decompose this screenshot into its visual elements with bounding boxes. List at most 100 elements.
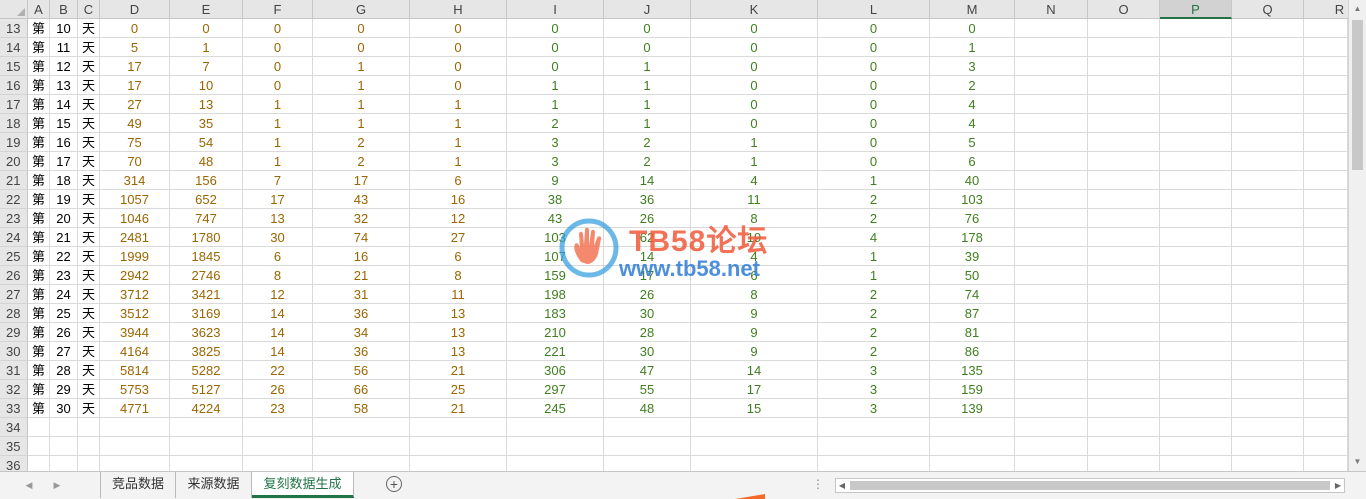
cell-p27[interactable] [1160,285,1232,304]
add-sheet-icon[interactable]: + [386,476,402,492]
cell-e27[interactable]: 3421 [170,285,243,304]
cell-r31[interactable] [1304,361,1348,380]
cell-f23[interactable]: 13 [243,209,313,228]
cell-k28[interactable]: 9 [691,304,818,323]
cell-r26[interactable] [1304,266,1348,285]
cell-l17[interactable]: 0 [818,95,930,114]
cell-f21[interactable]: 7 [243,171,313,190]
cell-g25[interactable]: 16 [313,247,410,266]
cell-n22[interactable] [1015,190,1088,209]
cell-b17[interactable]: 14 [50,95,78,114]
row-header-35[interactable]: 35 [0,437,28,456]
cell-n25[interactable] [1015,247,1088,266]
cell-k15[interactable]: 0 [691,57,818,76]
cell-q31[interactable] [1232,361,1304,380]
cell-j33[interactable]: 48 [604,399,691,418]
cell-m33[interactable]: 139 [930,399,1015,418]
cell-l27[interactable]: 2 [818,285,930,304]
cell-m22[interactable]: 103 [930,190,1015,209]
cell-h30[interactable]: 13 [410,342,507,361]
cell-m27[interactable]: 74 [930,285,1015,304]
cell-j17[interactable]: 1 [604,95,691,114]
cell-o15[interactable] [1088,57,1160,76]
cell-l22[interactable]: 2 [818,190,930,209]
cell-q16[interactable] [1232,76,1304,95]
scroll-right-icon[interactable]: ▶ [1332,479,1344,492]
cell-j18[interactable]: 1 [604,114,691,133]
cell-j35[interactable] [604,437,691,456]
cell-l30[interactable]: 2 [818,342,930,361]
cell-i15[interactable]: 0 [507,57,604,76]
cell-c30[interactable]: 天 [78,342,100,361]
cell-h17[interactable]: 1 [410,95,507,114]
cell-d17[interactable]: 27 [100,95,170,114]
cell-l35[interactable] [818,437,930,456]
cell-g34[interactable] [313,418,410,437]
cell-p23[interactable] [1160,209,1232,228]
cell-i27[interactable]: 198 [507,285,604,304]
cell-q20[interactable] [1232,152,1304,171]
cell-c29[interactable]: 天 [78,323,100,342]
cell-g33[interactable]: 58 [313,399,410,418]
cell-p15[interactable] [1160,57,1232,76]
cell-k17[interactable]: 0 [691,95,818,114]
cell-h35[interactable] [410,437,507,456]
cell-a23[interactable]: 第 [28,209,50,228]
cell-p30[interactable] [1160,342,1232,361]
cell-e21[interactable]: 156 [170,171,243,190]
row-header-30[interactable]: 30 [0,342,28,361]
cell-m32[interactable]: 159 [930,380,1015,399]
cell-a32[interactable]: 第 [28,380,50,399]
cell-c16[interactable]: 天 [78,76,100,95]
cell-j28[interactable]: 30 [604,304,691,323]
cell-k34[interactable] [691,418,818,437]
cell-r16[interactable] [1304,76,1348,95]
cell-p31[interactable] [1160,361,1232,380]
cell-j27[interactable]: 26 [604,285,691,304]
cell-i25[interactable]: 107 [507,247,604,266]
cell-h28[interactable]: 13 [410,304,507,323]
cell-d29[interactable]: 3944 [100,323,170,342]
cell-g32[interactable]: 66 [313,380,410,399]
cell-h14[interactable]: 0 [410,38,507,57]
cell-m28[interactable]: 87 [930,304,1015,323]
column-header-l[interactable]: L [818,0,930,19]
cell-a16[interactable]: 第 [28,76,50,95]
cell-j21[interactable]: 14 [604,171,691,190]
cell-c32[interactable]: 天 [78,380,100,399]
cell-d26[interactable]: 2942 [100,266,170,285]
cell-d34[interactable] [100,418,170,437]
cell-f22[interactable]: 17 [243,190,313,209]
cell-d14[interactable]: 5 [100,38,170,57]
cell-d18[interactable]: 49 [100,114,170,133]
cell-d32[interactable]: 5753 [100,380,170,399]
cell-c33[interactable]: 天 [78,399,100,418]
cell-d30[interactable]: 4164 [100,342,170,361]
cell-b24[interactable]: 21 [50,228,78,247]
cell-e20[interactable]: 48 [170,152,243,171]
cell-e34[interactable] [170,418,243,437]
cell-a22[interactable]: 第 [28,190,50,209]
cell-o35[interactable] [1088,437,1160,456]
cell-g31[interactable]: 56 [313,361,410,380]
cell-f15[interactable]: 0 [243,57,313,76]
column-header-j[interactable]: J [604,0,691,19]
cell-o17[interactable] [1088,95,1160,114]
cell-q17[interactable] [1232,95,1304,114]
cell-q21[interactable] [1232,171,1304,190]
cell-r23[interactable] [1304,209,1348,228]
horizontal-scroll-thumb[interactable] [850,481,1330,490]
cell-i21[interactable]: 9 [507,171,604,190]
cell-r30[interactable] [1304,342,1348,361]
cell-c27[interactable]: 天 [78,285,100,304]
cell-l34[interactable] [818,418,930,437]
cell-n19[interactable] [1015,133,1088,152]
cell-m30[interactable]: 86 [930,342,1015,361]
cell-j31[interactable]: 47 [604,361,691,380]
cell-e26[interactable]: 2746 [170,266,243,285]
cell-d23[interactable]: 1046 [100,209,170,228]
cell-o23[interactable] [1088,209,1160,228]
cell-e22[interactable]: 652 [170,190,243,209]
row-header-25[interactable]: 25 [0,247,28,266]
cell-a35[interactable] [28,437,50,456]
